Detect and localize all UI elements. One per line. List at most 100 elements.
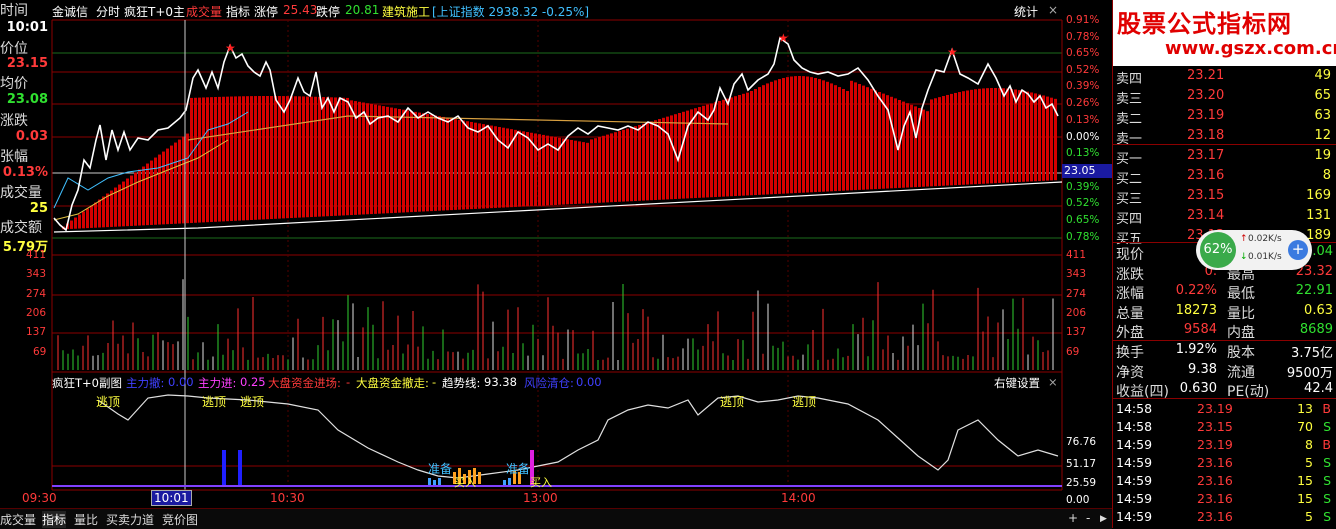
- orderbook-row[interactable]: 买二 23.16 8: [1113, 166, 1336, 187]
- vol-axis-label: 274: [1066, 288, 1087, 300]
- buy-label: 买入: [454, 476, 476, 489]
- axis-label: 0.91%: [1066, 14, 1100, 26]
- stat-value: 1.92%: [1175, 342, 1217, 357]
- stat-label: 现价: [1116, 247, 1144, 263]
- down-arrow-icon: ↓: [1240, 252, 1248, 262]
- quote-stat-row: 涨幅 0.22% 最低 22.91: [1113, 282, 1336, 302]
- network-speed-widget[interactable]: 62% ↑ 0.02K/s ↓ 0.01K/s +: [1196, 230, 1312, 270]
- tab-indicator[interactable]: 指标: [42, 511, 67, 528]
- indicator-header: 疯狂T+0副图 主力撤: 0.00 主力进: 0.25 大盘资金进场: - 大盘…: [52, 375, 1112, 391]
- orderbook-volume: 49: [1314, 68, 1331, 83]
- vol-axis-label: 411: [26, 249, 47, 261]
- tick-time: 14:58: [1116, 401, 1153, 416]
- orderbook-price: 23.19: [1187, 108, 1225, 123]
- orderbook-volume: 12: [1314, 128, 1331, 143]
- stat-label: 股本: [1227, 345, 1255, 361]
- tab-volume-ratio[interactable]: 量比: [74, 511, 98, 528]
- tab-volume[interactable]: 成交量: [0, 511, 36, 528]
- escape-top-label: 逃顶: [240, 395, 265, 409]
- watermark-logo: 股票公式指标网 www.gszx.com.cn: [1113, 0, 1336, 66]
- vol-axis-label: 69: [1066, 346, 1080, 358]
- orderbook-row[interactable]: 买四 23.14 131: [1113, 206, 1336, 227]
- plus-icon[interactable]: +: [1288, 240, 1308, 260]
- orderbook-row[interactable]: 卖三 23.20 65: [1113, 86, 1336, 107]
- star-icon: ★: [947, 45, 958, 59]
- ind-axis-label: 51.17: [1066, 458, 1097, 470]
- tick-price: 23.16: [1197, 455, 1233, 470]
- escape-top-label: 逃顶: [792, 395, 817, 409]
- time-tick: 10:30: [270, 491, 305, 505]
- tick-time: 14:59: [1116, 437, 1153, 452]
- tab-buy-sell-force[interactable]: 买卖力道: [106, 511, 154, 528]
- orderbook-row[interactable]: 买一 23.17 19: [1113, 146, 1336, 167]
- stat-label: 涨跌: [1116, 266, 1144, 283]
- upload-speed: 0.02K/s: [1248, 234, 1282, 244]
- avg-label: 均价: [0, 76, 28, 92]
- orderbook-price: 23.16: [1187, 168, 1225, 183]
- orderbook-label: 卖三: [1116, 92, 1143, 107]
- market-in-label: 大盘资金进场:: [268, 376, 341, 390]
- orderbook-price: 23.14: [1187, 208, 1225, 223]
- stat-value: 22.91: [1295, 283, 1333, 298]
- orderbook-price: 23.20: [1187, 88, 1225, 103]
- vol-axis-label: 343: [26, 268, 47, 280]
- close-icon[interactable]: ×: [1048, 375, 1058, 389]
- quote-stat-row: 总量 18273 量比 0.63: [1113, 302, 1336, 322]
- tick-time: 14:59: [1116, 491, 1153, 506]
- amt-label: 成交额: [0, 220, 42, 236]
- orderbook-price: 23.17: [1187, 148, 1225, 163]
- tick-row: 14:58 23.19 13 B: [1113, 400, 1336, 418]
- tick-side: B: [1322, 401, 1331, 416]
- scroll-right-icon[interactable]: ▶: [1100, 514, 1107, 524]
- watermark-url: www.gszx.com.cn: [1165, 38, 1336, 59]
- market-out-value: -: [432, 375, 437, 389]
- stat-label: 外盘: [1116, 325, 1144, 341]
- right-click-settings[interactable]: 右键设置: [994, 375, 1040, 391]
- intraday-chart[interactable]: ★ ★ ★: [48, 0, 1112, 508]
- indicator-title[interactable]: 疯狂T+0副图: [52, 375, 122, 391]
- vol-axis-label: 274: [26, 288, 47, 300]
- axis-label: 0.00%: [1066, 131, 1100, 143]
- axis-label: 0.78%: [1066, 31, 1100, 43]
- orderbook-row[interactable]: 买三 23.15 169: [1113, 186, 1336, 207]
- price-value: 23.15: [6, 56, 48, 71]
- tick-row: 14:58 23.15 70 S: [1113, 418, 1336, 436]
- escape-top-label: 逃顶: [202, 395, 227, 409]
- orderbook-row[interactable]: 卖一 23.18 12: [1113, 126, 1336, 147]
- current-price-tag: 23.05: [1062, 164, 1112, 178]
- orderbook-row[interactable]: 卖二 23.19 63: [1113, 106, 1336, 127]
- tick-price: 23.15: [1197, 419, 1233, 434]
- main-in-value: 0.25: [240, 375, 266, 389]
- vol-axis-label: 137: [1066, 326, 1087, 338]
- time-axis: 09:30 10:01 10:30 13:00 14:00: [0, 490, 1112, 508]
- axis-label: 0.39%: [1066, 181, 1100, 193]
- orderbook-label: 买一: [1116, 152, 1143, 167]
- orderbook-price: 23.15: [1187, 188, 1225, 203]
- quote-stat-row: 换手 1.92% 股本 3.75亿: [1113, 341, 1336, 361]
- orderbook-row[interactable]: 卖四 23.21 49: [1113, 66, 1336, 87]
- stat-value: 0.63: [1304, 302, 1333, 318]
- price-grid: [51, 19, 1063, 490]
- stat-label: 流通: [1227, 364, 1255, 381]
- tick-row: 14:59 23.16 15 S: [1113, 490, 1336, 508]
- tick-price: 23.16: [1197, 473, 1233, 488]
- orderbook-label: 卖二: [1116, 112, 1143, 127]
- stat-value: 9584: [1183, 322, 1217, 337]
- main-force-label: 主力撤:: [126, 376, 165, 390]
- vol-axis-label: 206: [26, 307, 47, 319]
- quote-stat-row: 收益(四) 0.630 PE(动) 42.4: [1113, 380, 1336, 400]
- escape-top-label: 逃顶: [96, 395, 121, 409]
- pct-value: 0.13%: [2, 165, 48, 180]
- tick-row: 14:59 23.16 5 S: [1113, 454, 1336, 472]
- market-in-value: -: [346, 375, 351, 389]
- tick-side: S: [1323, 509, 1331, 524]
- axis-label: 0.52%: [1066, 64, 1100, 76]
- stat-label: 涨幅: [1116, 286, 1144, 302]
- risk-value: 0.00: [576, 375, 602, 389]
- tab-auction[interactable]: 竞价图: [162, 511, 198, 528]
- vol-axis-label: 69: [33, 346, 47, 358]
- zoom-out-icon[interactable]: -: [1086, 511, 1090, 525]
- tick-volume: 13: [1297, 401, 1313, 416]
- tick-side: S: [1323, 473, 1331, 488]
- zoom-in-icon[interactable]: +: [1068, 511, 1078, 525]
